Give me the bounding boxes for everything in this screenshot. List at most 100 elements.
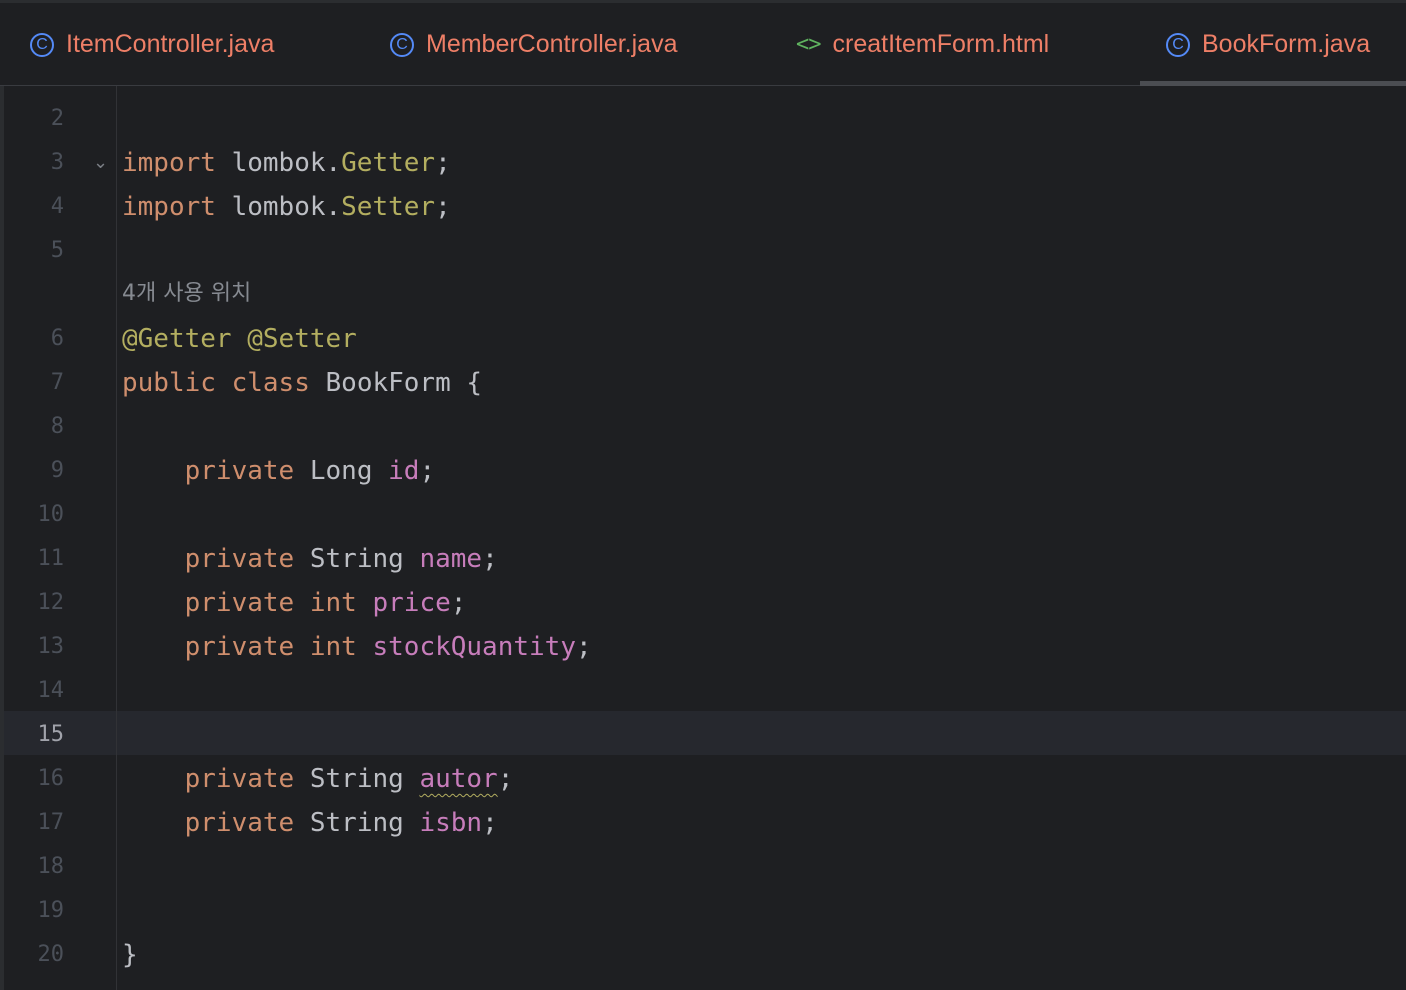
code-line[interactable]: 20} xyxy=(0,933,1406,977)
code-token: String xyxy=(294,764,420,794)
line-number: 19 xyxy=(37,898,65,923)
line-number: 18 xyxy=(37,854,65,879)
code-token: public xyxy=(122,368,216,398)
class-icon: C xyxy=(1166,32,1190,57)
tab-member-controller[interactable]: C MemberController.java xyxy=(390,3,678,86)
code-line[interactable]: 2 xyxy=(0,97,1406,141)
code-editor[interactable]: 2 3 ⌄ import lombok.Getter; 4 import lombok.S… xyxy=(0,86,1406,990)
tab-creat-item-form[interactable]: <> creatItemForm.html xyxy=(796,3,1049,86)
code-token: ; xyxy=(435,192,451,222)
code-token: private xyxy=(184,456,295,486)
code-token: ; xyxy=(497,764,514,794)
line-number: 13 xyxy=(37,634,65,659)
line-number: 4 xyxy=(50,194,64,219)
line-number: 14 xyxy=(37,678,65,703)
code-token: price xyxy=(372,588,451,618)
code-line[interactable]: 10 xyxy=(0,493,1406,537)
tab-label: ItemController.java xyxy=(66,30,275,58)
tab-label: BookForm.java xyxy=(1202,30,1371,58)
code-line[interactable]: 19 xyxy=(0,889,1406,933)
code-token: Getter xyxy=(341,148,436,178)
code-text: private String autor; xyxy=(122,757,514,801)
line-number: 3 xyxy=(50,150,64,175)
line-number: 5 xyxy=(50,238,64,263)
code-line[interactable]: 17 private String isbn; xyxy=(0,801,1406,845)
code-line[interactable]: 9 private Long id; xyxy=(0,449,1406,493)
code-token: autor xyxy=(419,764,498,794)
code-token: ; xyxy=(435,148,451,178)
code-line[interactable]: 14 xyxy=(0,669,1406,713)
code-token: private xyxy=(184,544,295,574)
code-line[interactable]: 15 xyxy=(0,713,1406,757)
usage-hint[interactable]: 4개 사용 위치 xyxy=(122,272,251,316)
code-line[interactable]: 4 import lombok.Setter; xyxy=(0,185,1406,229)
code-token: BookForm { xyxy=(309,368,483,398)
line-number: 8 xyxy=(50,414,64,439)
code-token: private xyxy=(184,808,295,838)
tab-label: MemberController.java xyxy=(426,30,678,58)
code-line[interactable]: 13 private int stockQuantity; xyxy=(0,625,1406,669)
code-line[interactable]: 8 xyxy=(0,405,1406,449)
line-number: 9 xyxy=(50,458,64,483)
code-token: lombok. xyxy=(215,192,342,222)
code-line[interactable]: 6 @Getter @Setter xyxy=(0,317,1406,361)
code-token: class xyxy=(231,368,310,398)
code-text: private int stockQuantity; xyxy=(122,625,592,669)
code-token: int xyxy=(309,632,357,662)
code-token: ; xyxy=(482,544,498,574)
code-token: String xyxy=(294,808,420,838)
code-token: @Getter xyxy=(122,324,232,354)
line-number: 16 xyxy=(37,766,65,791)
class-icon: C xyxy=(390,32,414,57)
code-text: private Long id; xyxy=(122,449,435,493)
fold-chevron-icon[interactable]: ⌄ xyxy=(93,153,108,173)
line-number: 15 xyxy=(37,722,65,747)
code-line[interactable]: 12 private int price; xyxy=(0,581,1406,625)
code-token: private xyxy=(184,632,295,662)
code-token: Long xyxy=(294,456,389,486)
tab-book-form[interactable]: C BookForm.java xyxy=(1166,3,1370,86)
code-line[interactable]: 3 ⌄ import lombok.Getter; xyxy=(0,141,1406,185)
code-line[interactable]: 7 public class BookForm { xyxy=(0,361,1406,405)
code-token: name xyxy=(419,544,483,574)
code-text: import lombok.Getter; xyxy=(122,141,451,185)
line-number: 10 xyxy=(37,502,65,527)
code-token: ; xyxy=(450,588,467,618)
code-token: Setter xyxy=(341,192,436,222)
code-token: } xyxy=(122,940,138,970)
code-token: lombok. xyxy=(215,148,342,178)
code-token: isbn xyxy=(419,808,483,838)
line-number: 20 xyxy=(37,942,65,967)
code-token: import xyxy=(122,192,216,222)
code-text: @Getter @Setter xyxy=(122,317,357,361)
code-token: String xyxy=(294,544,420,574)
code-text: import lombok.Setter; xyxy=(122,185,451,229)
code-text: public class BookForm { xyxy=(122,361,482,405)
code-text: private String isbn; xyxy=(122,801,498,845)
code-line[interactable]: 5 xyxy=(0,229,1406,273)
html-icon: <> xyxy=(796,32,821,57)
code-token: private xyxy=(184,588,295,618)
tab-item-controller[interactable]: C ItemController.java xyxy=(30,3,274,86)
code-token: @Setter xyxy=(247,324,357,354)
line-number: 7 xyxy=(50,370,64,395)
line-number: 2 xyxy=(50,106,64,131)
code-token: ; xyxy=(575,632,592,662)
code-line[interactable]: 16 private String autor; xyxy=(0,757,1406,801)
code-line[interactable]: 11 private String name; xyxy=(0,537,1406,581)
code-token: id xyxy=(388,456,420,486)
code-line[interactable]: 18 xyxy=(0,845,1406,889)
code-token: ; xyxy=(419,456,436,486)
code-text: private int price; xyxy=(122,581,467,625)
